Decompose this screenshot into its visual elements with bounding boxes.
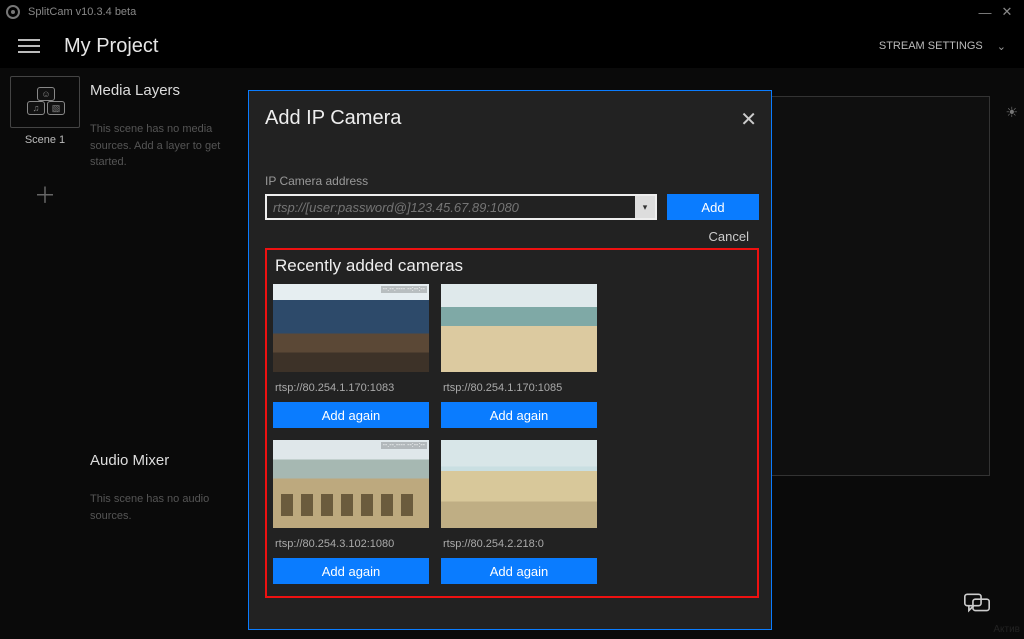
camera-thumbnail[interactable]: --.--.---- --:--:-- bbox=[273, 284, 429, 372]
add-button[interactable]: Add bbox=[667, 194, 759, 220]
add-again-button[interactable]: Add again bbox=[441, 558, 597, 584]
hamburger-icon[interactable] bbox=[18, 35, 40, 57]
camera-card: --.--.---- --:--:-- rtsp://80.254.3.102:… bbox=[273, 440, 429, 584]
address-dropdown-button[interactable]: ▾ bbox=[635, 196, 655, 218]
cancel-button[interactable]: Cancel bbox=[709, 229, 749, 244]
ip-address-input[interactable] bbox=[265, 194, 657, 220]
camera-address: rtsp://80.254.2.218:0 bbox=[443, 538, 597, 550]
camera-thumbnail[interactable] bbox=[441, 284, 597, 372]
app-logo-icon bbox=[6, 5, 20, 19]
camera-card: --.--.---- --:--:-- rtsp://80.254.1.170:… bbox=[273, 284, 429, 428]
camera-card: rtsp://80.254.2.218:0 Add again bbox=[441, 440, 597, 584]
add-again-button[interactable]: Add again bbox=[273, 558, 429, 584]
app-title: SplitCam v10.3.4 beta bbox=[28, 6, 136, 18]
layers-column: Media Layers This scene has no media sou… bbox=[90, 68, 250, 639]
dialog-close-button[interactable]: ✕ bbox=[740, 107, 757, 132]
audio-mixer-empty-text: This scene has no audio sources. bbox=[90, 491, 250, 524]
add-ip-camera-dialog: Add IP Camera ✕ IP Camera address ▾ Add … bbox=[248, 90, 772, 630]
chat-icon[interactable] bbox=[964, 593, 990, 615]
camera-card: rtsp://80.254.1.170:1085 Add again bbox=[441, 284, 597, 428]
top-strip: My Project STREAM SETTINGS ⌄ bbox=[0, 24, 1024, 68]
project-title: My Project bbox=[64, 35, 158, 58]
watermark-text: Актив bbox=[993, 624, 1020, 635]
add-again-button[interactable]: Add again bbox=[273, 402, 429, 428]
add-again-button[interactable]: Add again bbox=[441, 402, 597, 428]
scenes-column: ☺♫▧ Scene 1 ＋ bbox=[0, 68, 90, 639]
media-layers-empty-text: This scene has no media sources. Add a l… bbox=[90, 121, 250, 171]
add-scene-button[interactable]: ＋ bbox=[10, 168, 80, 220]
preview-canvas[interactable] bbox=[770, 96, 990, 476]
audio-mixer-title: Audio Mixer bbox=[90, 452, 250, 469]
ip-address-label: IP Camera address bbox=[265, 174, 759, 188]
chevron-down-icon: ▾ bbox=[643, 202, 648, 213]
close-icon: ✕ bbox=[740, 109, 757, 131]
camera-thumbnail[interactable] bbox=[441, 440, 597, 528]
camera-address: rtsp://80.254.1.170:1085 bbox=[443, 382, 597, 394]
dialog-title: Add IP Camera bbox=[265, 107, 759, 130]
media-layers-title: Media Layers bbox=[90, 82, 250, 99]
title-bar: SplitCam v10.3.4 beta — ✕ bbox=[0, 0, 1024, 24]
stream-settings-label: STREAM SETTINGS bbox=[879, 40, 983, 52]
plus-icon: ＋ bbox=[34, 178, 56, 210]
camera-address: rtsp://80.254.3.102:1080 bbox=[275, 538, 429, 550]
window-close-button[interactable]: ✕ bbox=[996, 4, 1018, 20]
window-minimize-button[interactable]: — bbox=[974, 5, 996, 20]
camera-thumbnail[interactable]: --.--.---- --:--:-- bbox=[273, 440, 429, 528]
stream-settings-button[interactable]: STREAM SETTINGS ⌄ bbox=[879, 40, 1006, 53]
recent-cameras-section: Recently added cameras --.--.---- --:--:… bbox=[265, 248, 759, 598]
scene-thumbnail[interactable]: ☺♫▧ bbox=[10, 76, 80, 128]
brightness-icon[interactable]: ☀ bbox=[1005, 104, 1018, 121]
main-area: ☺♫▧ Scene 1 ＋ Media Layers This scene ha… bbox=[0, 68, 1024, 639]
scene-placeholder-icon: ☺♫▧ bbox=[27, 87, 63, 117]
recent-cameras-title: Recently added cameras bbox=[275, 256, 751, 276]
chevron-down-icon: ⌄ bbox=[997, 40, 1006, 53]
camera-address: rtsp://80.254.1.170:1083 bbox=[275, 382, 429, 394]
scene-label: Scene 1 bbox=[8, 134, 82, 146]
